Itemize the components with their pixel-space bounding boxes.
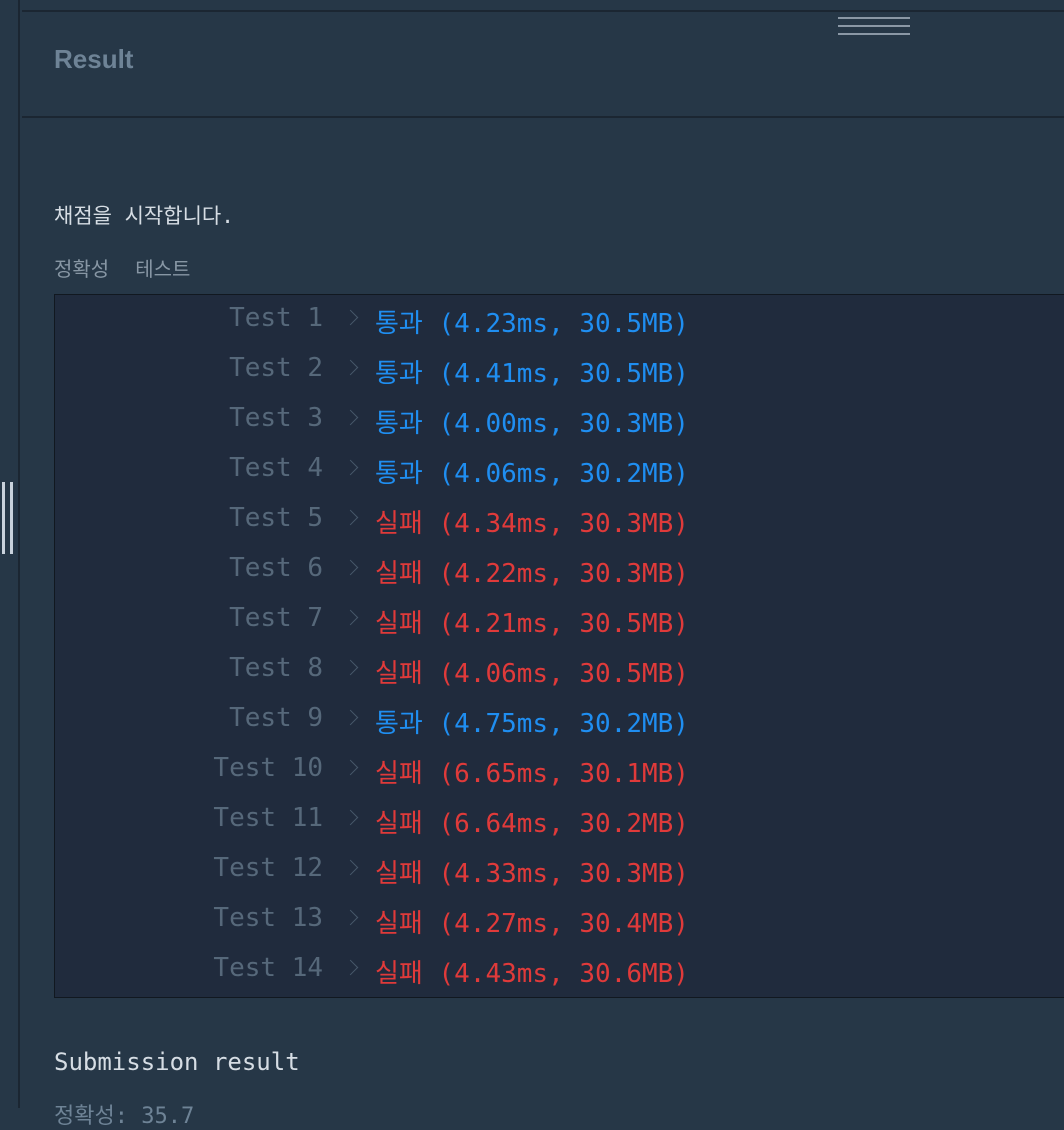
test-label: Test 11	[213, 803, 323, 833]
test-status: 통과 (4.00ms, 30.3MB)	[375, 409, 689, 439]
chevron-right-icon	[342, 709, 359, 726]
test-result-row: Test 3 통과 (4.00ms, 30.3MB)	[55, 395, 955, 445]
panel-resize-handle[interactable]	[2, 482, 14, 554]
test-status: 통과 (4.06ms, 30.2MB)	[375, 459, 689, 489]
test-status: 통과 (4.41ms, 30.5MB)	[375, 359, 689, 389]
grading-start-message: 채점을 시작합니다.	[54, 204, 234, 228]
test-result-row: Test 14 실패 (4.43ms, 30.6MB)	[55, 945, 955, 995]
test-label: Test 5	[229, 503, 323, 533]
test-status: 실패 (4.22ms, 30.3MB)	[375, 559, 689, 589]
test-label: Test 2	[229, 353, 323, 383]
test-status: 통과 (4.75ms, 30.2MB)	[375, 709, 689, 739]
test-label: Test 4	[229, 453, 323, 483]
test-status: 통과 (4.23ms, 30.5MB)	[375, 309, 689, 339]
section-label-accuracy: 정확성	[54, 257, 110, 281]
test-label: Test 14	[213, 953, 323, 983]
chevron-right-icon	[342, 559, 359, 576]
test-label: Test 13	[213, 903, 323, 933]
submission-result-title: Submission result	[54, 1048, 300, 1076]
test-label: Test 9	[229, 703, 323, 733]
test-status: 실패 (4.33ms, 30.3MB)	[375, 859, 689, 889]
test-label: Test 7	[229, 603, 323, 633]
drag-handle-icon[interactable]	[838, 17, 910, 35]
test-status: 실패 (4.43ms, 30.6MB)	[375, 959, 689, 989]
chevron-right-icon	[342, 809, 359, 826]
test-result-row: Test 5 실패 (4.34ms, 30.3MB)	[55, 495, 955, 545]
result-title: Result	[54, 44, 134, 74]
test-label: Test 10	[213, 753, 323, 783]
chevron-right-icon	[342, 509, 359, 526]
test-result-row: Test 8 실패 (4.06ms, 30.5MB)	[55, 645, 955, 695]
test-status: 실패 (4.06ms, 30.5MB)	[375, 659, 689, 689]
test-label: Test 8	[229, 653, 323, 683]
test-label: Test 3	[229, 403, 323, 433]
test-label: Test 1	[229, 303, 323, 333]
test-result-row: Test 6 실패 (4.22ms, 30.3MB)	[55, 545, 955, 595]
test-status: 실패 (6.65ms, 30.1MB)	[375, 759, 689, 789]
chevron-right-icon	[342, 959, 359, 976]
test-result-row: Test 11 실패 (6.64ms, 30.2MB)	[55, 795, 955, 845]
test-status: 실패 (4.27ms, 30.4MB)	[375, 909, 689, 939]
chevron-right-icon	[342, 759, 359, 776]
chevron-right-icon	[342, 359, 359, 376]
test-result-row: Test 2 통과 (4.41ms, 30.5MB)	[55, 345, 955, 395]
test-label: Test 6	[229, 553, 323, 583]
test-result-row: Test 1 통과 (4.23ms, 30.5MB)	[55, 295, 955, 345]
section-label-test: 테스트	[135, 257, 191, 281]
top-strip	[22, 0, 1064, 12]
chevron-right-icon	[342, 459, 359, 476]
left-gutter	[0, 0, 20, 1108]
test-label: Test 12	[213, 853, 323, 883]
cutoff-line: 정확성: 35.7	[54, 1104, 195, 1129]
chevron-right-icon	[342, 859, 359, 876]
test-results-box: Test 1 통과 (4.23ms, 30.5MB) Test 2 통과 (4.41m…	[54, 294, 1064, 998]
test-status: 실패 (4.21ms, 30.5MB)	[375, 609, 689, 639]
test-result-row: Test 7 실패 (4.21ms, 30.5MB)	[55, 595, 955, 645]
test-result-row: Test 12 실패 (4.33ms, 30.3MB)	[55, 845, 955, 895]
chevron-right-icon	[342, 909, 359, 926]
test-status: 실패 (6.64ms, 30.2MB)	[375, 809, 689, 839]
chevron-right-icon	[342, 659, 359, 676]
chevron-right-icon	[342, 309, 359, 326]
test-result-row: Test 10 실패 (6.65ms, 30.1MB)	[55, 745, 955, 795]
test-result-row: Test 9 통과 (4.75ms, 30.2MB)	[55, 695, 955, 745]
test-result-row: Test 13 실패 (4.27ms, 30.4MB)	[55, 895, 955, 945]
test-status: 실패 (4.34ms, 30.3MB)	[375, 509, 689, 539]
test-result-row: Test 4 통과 (4.06ms, 30.2MB)	[55, 445, 955, 495]
chevron-right-icon	[342, 609, 359, 626]
section-label: 정확성 테스트	[54, 253, 216, 282]
chevron-right-icon	[342, 409, 359, 426]
